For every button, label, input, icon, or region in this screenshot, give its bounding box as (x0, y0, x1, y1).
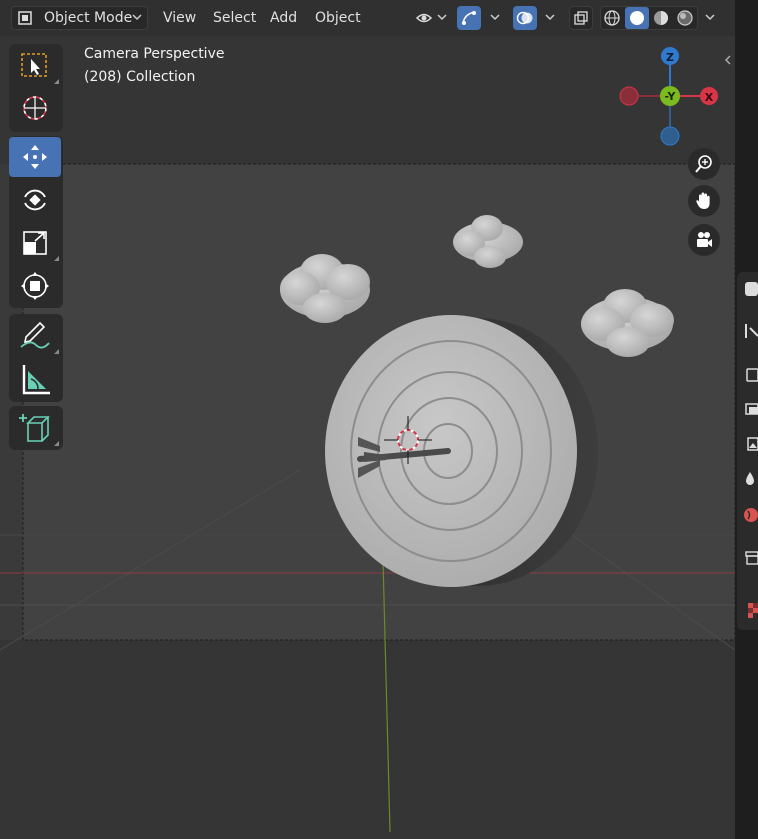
wireframe-shading-icon[interactable] (603, 9, 621, 27)
pan-button[interactable] (688, 185, 720, 217)
blender-window: Object Mode View Select Add Object Camer… (0, 0, 758, 839)
move-icon (23, 145, 47, 169)
navigation-gizmo[interactable]: Z X -Y (610, 42, 730, 152)
camera-view-button[interactable] (688, 224, 720, 256)
collapse-arrow-icon[interactable] (723, 54, 733, 66)
wrench-tool-icon[interactable] (740, 322, 758, 340)
object-mode-dropdown[interactable]: Object Mode (11, 6, 148, 30)
gizmo-x-label: X (705, 91, 714, 104)
chevron-down-icon (132, 14, 142, 21)
scene-props-icon[interactable] (740, 470, 758, 488)
cursor-icon (23, 96, 47, 120)
scale-tool[interactable] (9, 223, 61, 263)
eye-icon (415, 13, 433, 23)
tool-settings-icon[interactable] (740, 280, 758, 298)
tool-corner (54, 441, 59, 446)
rotate-icon (24, 189, 46, 211)
rotate-tool[interactable] (9, 180, 61, 220)
overlays-toggle[interactable] (513, 6, 563, 30)
transform-icon (21, 272, 49, 300)
menu-view[interactable]: View (155, 6, 204, 30)
viewport-header: Object Mode View Select Add Object (0, 0, 735, 36)
target-board[interactable] (325, 315, 598, 587)
perspective-label: Camera Perspective (84, 46, 225, 62)
gizmo-toggle[interactable] (457, 6, 507, 30)
annotate-tool[interactable] (9, 316, 61, 356)
render-props-icon[interactable] (740, 365, 758, 383)
zoom-icon (695, 155, 712, 173)
view-layer-props-icon[interactable] (740, 435, 758, 453)
menu-add[interactable]: Add (262, 6, 305, 30)
gizmo-z-label: Z (666, 51, 674, 64)
visibility-dropdown[interactable] (411, 6, 451, 30)
output-props-icon[interactable] (740, 400, 758, 418)
menu-object[interactable]: Object (307, 6, 369, 30)
move-tool[interactable] (9, 137, 61, 177)
measure-icon (22, 365, 50, 395)
object-mode-icon (18, 11, 32, 25)
chevron-down-icon (545, 14, 555, 21)
select-box-tool[interactable] (9, 46, 61, 86)
viewport-3d[interactable] (0, 36, 735, 839)
measure-tool[interactable] (9, 358, 61, 398)
overlays-icon (516, 11, 533, 25)
shading-mode-group (600, 6, 698, 30)
collection-props-icon[interactable] (740, 548, 758, 566)
scale-icon (23, 231, 47, 255)
solid-shading-icon[interactable] (628, 9, 646, 27)
texture-props-icon[interactable] (740, 600, 758, 618)
hand-icon (696, 192, 710, 209)
xray-toggle[interactable] (569, 6, 593, 30)
tool-corner (54, 349, 59, 354)
gizmo-y-label: -Y (665, 90, 677, 103)
collection-label: (208) Collection (84, 69, 196, 85)
add-cube-tool[interactable] (9, 408, 61, 448)
tool-corner (54, 256, 59, 261)
transform-tool[interactable] (9, 266, 61, 306)
xray-icon (574, 11, 588, 25)
menu-select[interactable]: Select (205, 6, 264, 30)
camera-icon (697, 232, 712, 247)
chevron-down-icon (437, 14, 447, 21)
zoom-button[interactable] (688, 148, 720, 180)
select-box-icon (21, 53, 47, 77)
cursor-tool[interactable] (9, 88, 61, 128)
object-mode-label: Object Mode (44, 10, 133, 26)
gizmo-neg-z-axis[interactable] (660, 126, 680, 146)
shading-options-chevron-icon[interactable] (704, 11, 716, 23)
rendered-shading-icon[interactable] (676, 9, 694, 27)
gizmo-neg-x-axis[interactable] (619, 86, 639, 106)
properties-tabs (737, 272, 758, 630)
chevron-down-icon (490, 14, 500, 21)
gizmo-icon (462, 11, 476, 25)
world-props-icon[interactable] (740, 506, 758, 524)
tool-corner (54, 79, 59, 84)
add-cube-icon (19, 414, 50, 442)
material-shading-icon[interactable] (652, 9, 670, 27)
annotate-icon (20, 321, 50, 349)
